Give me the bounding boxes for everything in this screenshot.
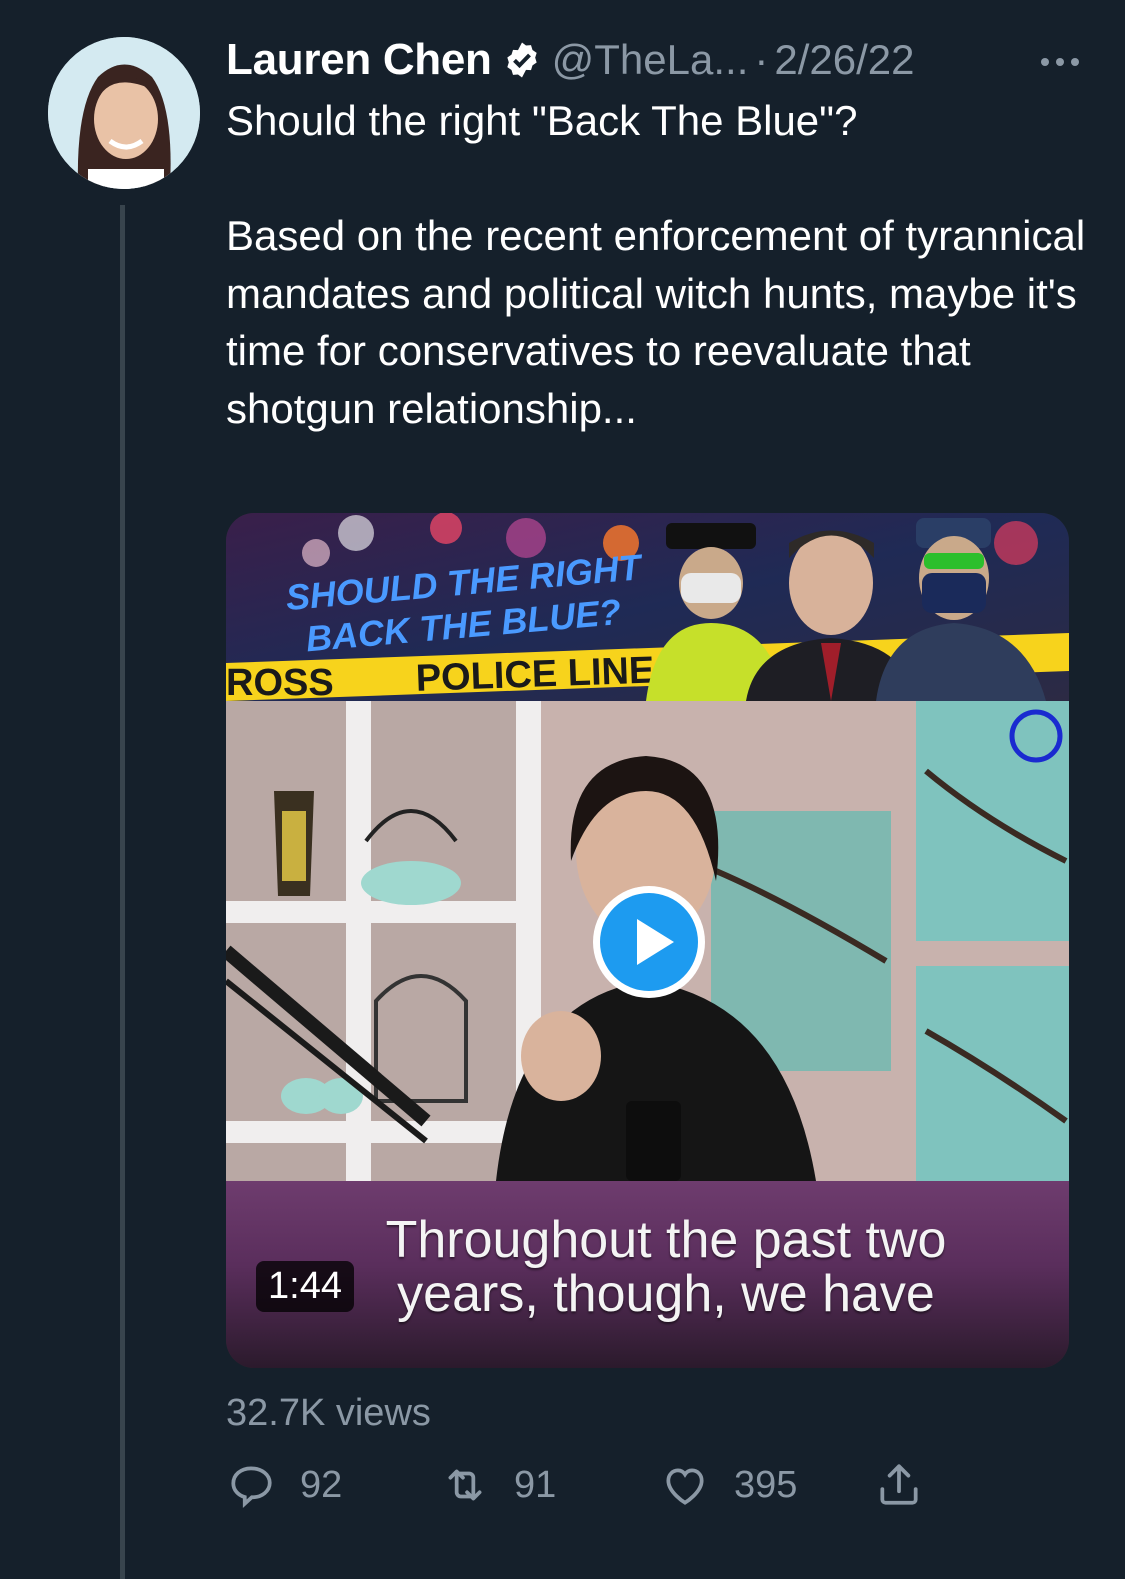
author-handle[interactable]: @TheLa... [552, 36, 749, 84]
reply-icon [231, 1466, 272, 1508]
avatar[interactable] [48, 37, 200, 189]
verified-badge-icon [506, 42, 537, 78]
video-caption-bar: Throughout the past two years, though, w… [226, 1181, 1069, 1368]
reply-button[interactable]: 92 [226, 1460, 342, 1510]
video-banner: SHOULD THE RIGHT BACK THE BLUE? ROSS POL… [226, 513, 1069, 701]
separator-dot: · [754, 36, 769, 83]
video-duration: 1:44 [256, 1261, 354, 1312]
retweet-icon [448, 1469, 482, 1501]
like-count: 395 [734, 1463, 798, 1506]
tweet-date[interactable]: 2/26/22 [774, 36, 914, 84]
view-count: 32.7K views [226, 1392, 431, 1434]
author-name[interactable]: Lauren Chen [226, 35, 492, 85]
video-caption: Throughout the past two years, though, w… [385, 1211, 947, 1323]
like-button[interactable]: 395 [660, 1460, 797, 1510]
heart-icon [666, 1468, 704, 1505]
reply-count: 92 [300, 1463, 343, 1506]
share-button[interactable] [874, 1460, 948, 1510]
retweet-button[interactable]: 91 [440, 1460, 556, 1510]
tweet-text: Should the right "Back The Blue"? Based … [226, 97, 1086, 432]
tweet-actions: 92 91 395 [226, 1460, 986, 1520]
thread-line [120, 205, 125, 1579]
share-icon [880, 1464, 918, 1505]
play-icon[interactable] [590, 883, 708, 1001]
tape-text-left: ROSS [226, 662, 334, 701]
retweet-count: 91 [514, 1463, 557, 1506]
tweet-header: Lauren Chen @TheLa... · 2/26/22 [226, 30, 1085, 90]
video-media[interactable]: SHOULD THE RIGHT BACK THE BLUE? ROSS POL… [226, 513, 1069, 1368]
more-icon[interactable] [1035, 42, 1085, 82]
